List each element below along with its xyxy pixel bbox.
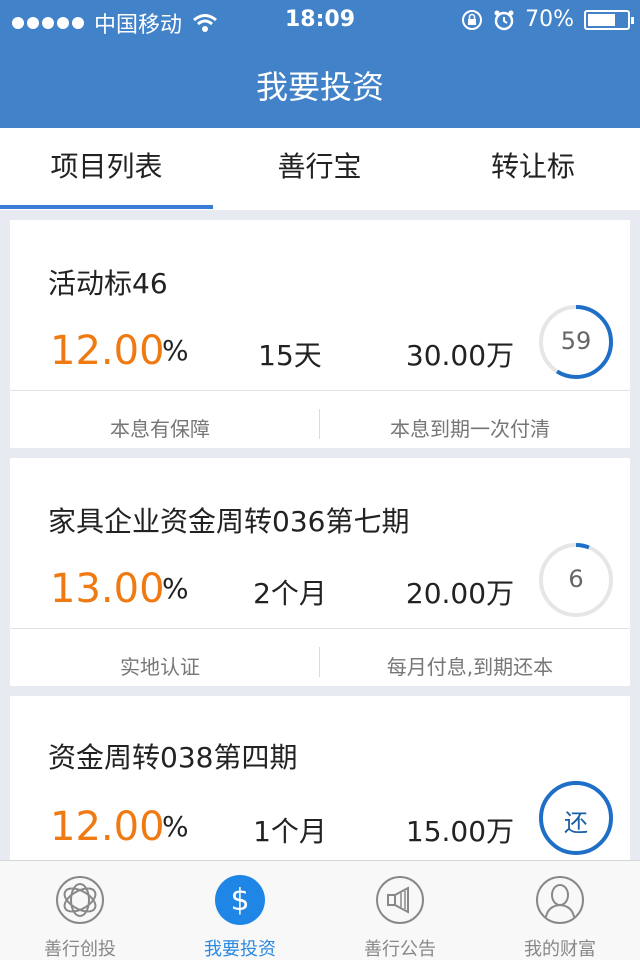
project-card[interactable]: 资金周转038第四期 12.00 % 1个月 15.00万 还	[10, 696, 630, 860]
tabbar-item-venture[interactable]: 善行创投	[0, 861, 160, 960]
loan-term: 1个月	[253, 815, 327, 848]
project-card[interactable]: 家具企业资金周转036第七期 13.00 % 2个月 20.00万 6 实地认证…	[10, 458, 630, 686]
tabbar-item-notice[interactable]: 善行公告	[320, 861, 480, 960]
certification-tag: 实地认证	[120, 655, 200, 679]
card-divider	[10, 628, 630, 629]
project-card[interactable]: 活动标46 12.00 % 15天 30.00万 59 本息有保障 本息到期一次…	[10, 220, 630, 448]
svg-text:$: $	[230, 883, 249, 918]
tab-shanxingbao[interactable]: 善行宝	[213, 128, 426, 210]
app-header: 中国移动 18:09 70% 我要投资	[0, 0, 640, 128]
bottom-tab-bar: 善行创投 $ 我要投资 善行公告 我的财富	[0, 860, 640, 960]
rotation-lock-icon	[462, 9, 483, 30]
progress-label: 6	[568, 565, 584, 593]
tabbar-label: 我要投资	[204, 939, 276, 960]
guarantee-tag: 本息有保障	[110, 417, 210, 441]
interest-rate: 12.00	[50, 804, 165, 850]
venture-logo-icon	[56, 876, 104, 924]
loan-term: 15天	[258, 339, 322, 372]
battery-icon	[584, 9, 634, 30]
tabbar-item-wealth[interactable]: 我的财富	[480, 861, 640, 960]
active-tab-indicator	[0, 205, 213, 209]
status-bar: 中国移动 18:09 70%	[0, 0, 640, 40]
user-icon	[536, 876, 584, 924]
dollar-icon: $	[215, 875, 265, 925]
loan-amount: 15.00万	[405, 815, 515, 848]
project-title: 家具企业资金周转036第七期	[48, 505, 410, 538]
interest-rate: 12.00	[50, 328, 165, 374]
segment-tabs: 项目列表 善行宝 转让标	[0, 128, 640, 210]
tabbar-label: 善行创投	[44, 939, 116, 960]
megaphone-icon	[376, 876, 424, 924]
tabbar-label: 我的财富	[524, 939, 596, 960]
loan-amount: 30.00万	[405, 339, 515, 372]
loan-term: 2个月	[253, 577, 327, 610]
project-title: 资金周转038第四期	[48, 741, 298, 774]
page-title: 我要投资	[255, 68, 384, 106]
tabbar-label: 善行公告	[364, 939, 436, 960]
alarm-icon	[494, 10, 514, 30]
battery-percent: 70%	[525, 7, 574, 32]
loan-amount: 20.00万	[405, 577, 515, 610]
progress-label: 59	[560, 327, 592, 355]
tab-transfer[interactable]: 转让标	[426, 128, 640, 210]
rate-unit: %	[162, 810, 189, 843]
repayment-tag: 本息到期一次付清	[390, 417, 550, 441]
project-title: 活动标46	[48, 267, 168, 300]
rate-unit: %	[162, 334, 189, 367]
interest-rate: 13.00	[50, 566, 165, 612]
card-divider	[10, 390, 630, 391]
status-right: 70%	[461, 7, 634, 32]
repayment-tag: 每月付息,到期还本	[386, 655, 554, 679]
tabbar-item-invest[interactable]: $ 我要投资	[160, 861, 320, 960]
progress-label: 还	[564, 809, 588, 837]
rate-unit: %	[162, 572, 189, 605]
tab-project-list[interactable]: 项目列表	[0, 128, 213, 210]
